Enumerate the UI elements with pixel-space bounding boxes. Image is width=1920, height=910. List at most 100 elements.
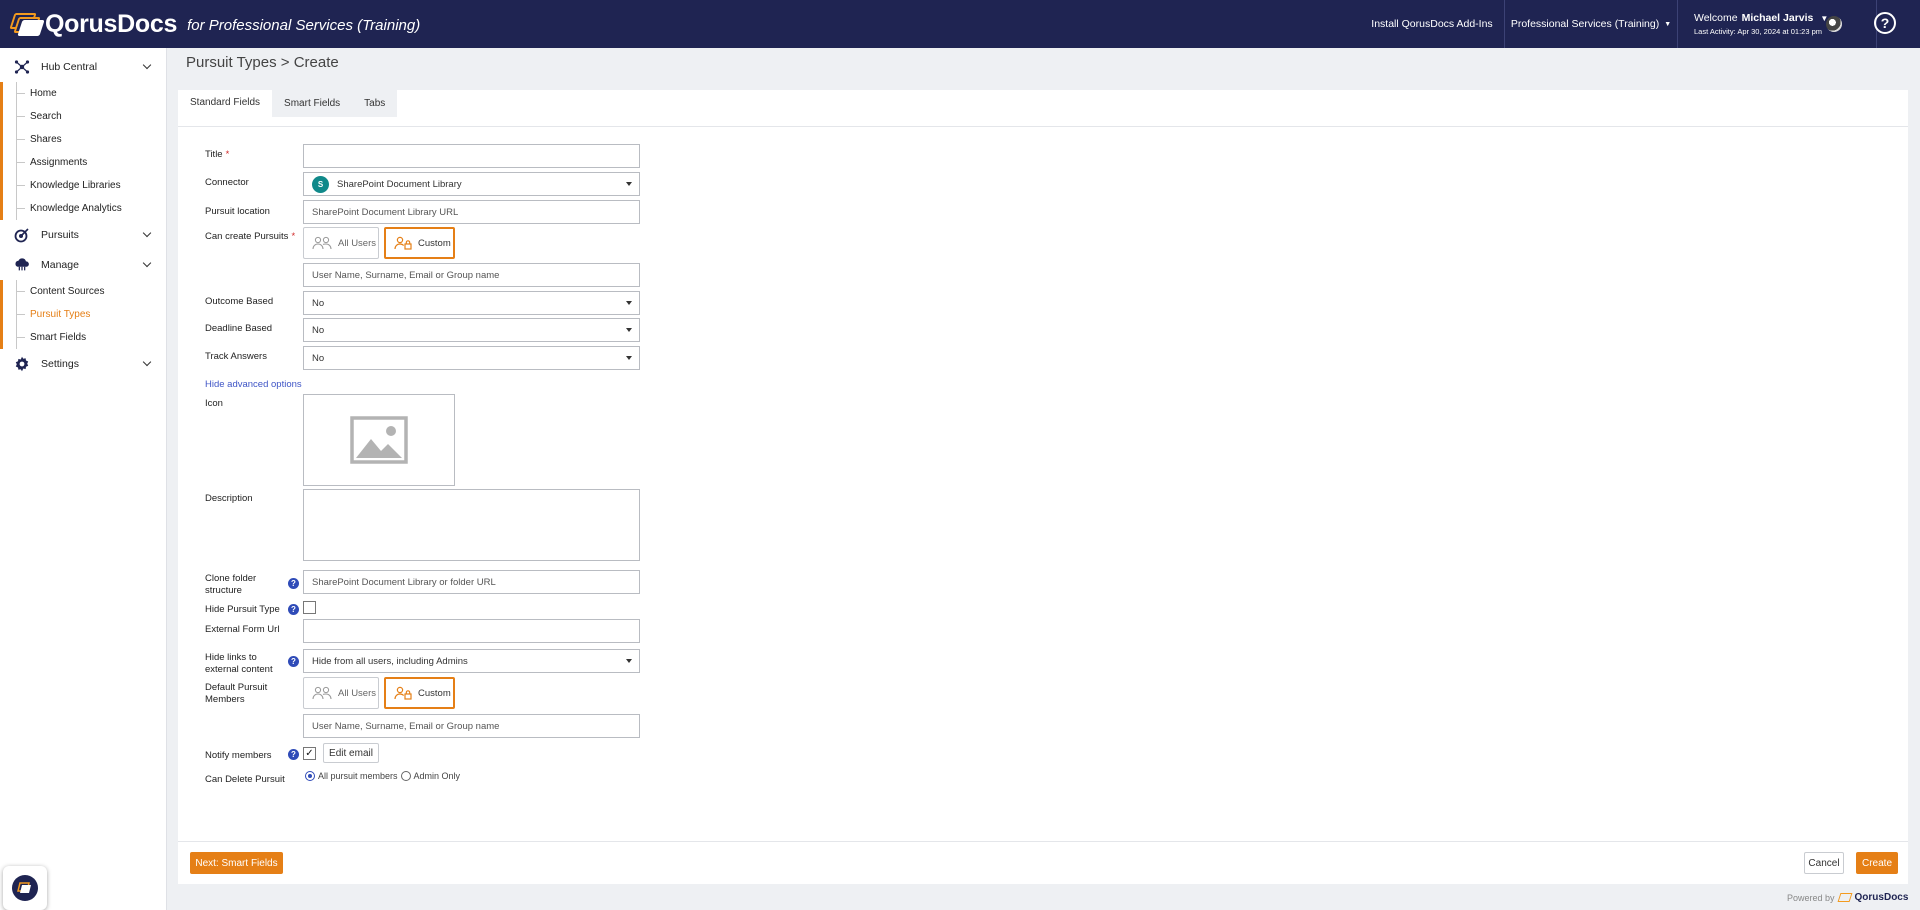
clone-folder-input[interactable]: SharePoint Document Library or folder UR… bbox=[303, 570, 640, 594]
sidebar-section-pursuits[interactable]: Pursuits bbox=[0, 220, 166, 250]
tenant-label: Professional Services (Training) bbox=[1510, 18, 1660, 30]
help-icon[interactable]: ? bbox=[288, 604, 299, 615]
default-members-all-users-toggle[interactable]: All Users bbox=[303, 677, 379, 709]
sidebar-item-search[interactable]: Search bbox=[0, 105, 166, 128]
connector-value: SharePoint Document Library bbox=[337, 178, 462, 190]
connector-select[interactable]: S SharePoint Document Library bbox=[303, 172, 640, 196]
deadline-based-label: Deadline Based bbox=[205, 323, 273, 334]
hub-icon bbox=[14, 59, 30, 75]
deadline-based-select[interactable]: No bbox=[303, 318, 640, 342]
install-addins-link[interactable]: Install QorusDocs Add-Ins bbox=[1360, 0, 1504, 48]
description-textarea[interactable] bbox=[303, 489, 640, 561]
notify-members-label: Notify members bbox=[205, 750, 272, 761]
default-members-users-input[interactable]: User Name, Surname, Email or Group name bbox=[303, 714, 640, 738]
qorusdocs-logo-icon bbox=[12, 875, 38, 901]
hide-advanced-options-link[interactable]: Hide advanced options bbox=[205, 379, 302, 390]
title-input[interactable] bbox=[303, 144, 640, 168]
sidebar-item-knowledge-libraries[interactable]: Knowledge Libraries bbox=[0, 174, 166, 197]
tab-bar: Standard Fields Smart Fields Tabs bbox=[178, 90, 398, 117]
sidebar-section-label: Hub Central bbox=[41, 61, 98, 73]
help-icon[interactable]: ? bbox=[288, 656, 299, 667]
can-create-pursuits-label: Can create Pursuits * bbox=[205, 231, 295, 243]
label-text: Can create Pursuits bbox=[205, 231, 289, 242]
tenant-switcher[interactable]: Professional Services (Training) ▼ bbox=[1505, 0, 1677, 48]
sidebar-item-pursuit-types[interactable]: Pursuit Types bbox=[0, 303, 166, 326]
radio-all-members[interactable] bbox=[305, 771, 315, 781]
icon-upload[interactable] bbox=[303, 394, 455, 486]
hub-central-items: Home Search Shares Assignments Knowledge… bbox=[0, 82, 166, 220]
welcome-line: Welcome Michael Jarvis ▼ bbox=[1694, 12, 1828, 24]
gear-icon bbox=[14, 356, 30, 372]
hide-links-select[interactable]: Hide from all users, including Admins bbox=[303, 649, 640, 673]
qorusdocs-logo[interactable]: QorusDocs for Professional Services (Tra… bbox=[8, 8, 420, 40]
outcome-based-select[interactable]: No bbox=[303, 291, 640, 315]
image-placeholder-icon bbox=[350, 416, 408, 464]
user-menu[interactable]: Welcome Michael Jarvis ▼ Last Activity: … bbox=[1678, 0, 1876, 48]
default-members-label: Default Pursuit Members bbox=[205, 682, 268, 705]
label-text: Title bbox=[205, 149, 223, 160]
hide-pursuit-type-checkbox[interactable] bbox=[303, 601, 316, 614]
track-answers-select[interactable]: No bbox=[303, 346, 640, 370]
help-icon[interactable]: ? bbox=[288, 749, 299, 760]
cancel-button[interactable]: Cancel bbox=[1804, 852, 1844, 874]
sidebar-item-content-sources[interactable]: Content Sources bbox=[0, 280, 166, 303]
qorusdocs-logo-icon bbox=[8, 11, 45, 37]
hide-links-label: Hide links to external content bbox=[205, 652, 273, 675]
required-marker: * bbox=[291, 231, 296, 242]
chevron-down-icon bbox=[142, 357, 152, 367]
cloud-icon bbox=[14, 257, 30, 273]
chevron-down-icon bbox=[142, 228, 152, 238]
divider bbox=[178, 841, 1908, 842]
notify-members-checkbox[interactable]: ✓ bbox=[303, 747, 316, 760]
caret-down-icon bbox=[626, 301, 632, 305]
sidebar-item-shares[interactable]: Shares bbox=[0, 128, 166, 151]
pursuit-location-label: Pursuit location bbox=[205, 206, 270, 217]
last-activity: Last Activity: Apr 30, 2024 at 01:23 pm bbox=[1694, 27, 1822, 36]
tab-tabs[interactable]: Tabs bbox=[352, 90, 398, 117]
icon-label: Icon bbox=[205, 398, 223, 409]
welcome-label: Welcome bbox=[1694, 12, 1738, 24]
sidebar-item-knowledge-analytics[interactable]: Knowledge Analytics bbox=[0, 197, 166, 220]
clone-folder-label: Clone folder structure bbox=[205, 573, 257, 596]
help-icon[interactable]: ? bbox=[1874, 12, 1896, 34]
can-create-custom-toggle[interactable]: Custom bbox=[384, 227, 455, 259]
breadcrumb: Pursuit Types > Create bbox=[186, 54, 339, 71]
help-icon[interactable]: ? bbox=[288, 578, 299, 589]
create-button[interactable]: Create bbox=[1856, 852, 1898, 874]
pursuit-location-input[interactable]: SharePoint Document Library URL bbox=[303, 200, 640, 224]
sidebar-section-label: Settings bbox=[41, 358, 79, 370]
logo-text: QorusDocs bbox=[45, 9, 178, 38]
edit-email-button[interactable]: Edit email bbox=[323, 743, 379, 763]
sidebar-section-manage[interactable]: Manage bbox=[0, 250, 166, 280]
qorusdocs-assistant-button[interactable] bbox=[3, 866, 47, 910]
external-form-url-input[interactable] bbox=[303, 619, 640, 643]
toggle-label: All Users bbox=[338, 237, 377, 249]
sharepoint-icon: S bbox=[312, 173, 332, 193]
user-lock-icon bbox=[394, 236, 412, 250]
sidebar-item-home[interactable]: Home bbox=[0, 82, 166, 105]
description-label: Description bbox=[205, 493, 253, 504]
next-smart-fields-button[interactable]: Next: Smart Fields bbox=[190, 852, 283, 874]
toggle-label: Custom bbox=[418, 687, 451, 699]
can-create-users-input[interactable]: User Name, Surname, Email or Group name bbox=[303, 263, 640, 287]
user-name: Michael Jarvis bbox=[1741, 12, 1814, 24]
sidebar-section-hub-central[interactable]: Hub Central bbox=[0, 52, 166, 82]
can-delete-label: Can Delete Pursuit bbox=[205, 774, 285, 785]
can-create-all-users-toggle[interactable]: All Users bbox=[303, 227, 379, 259]
radio-label: Admin Only bbox=[413, 771, 461, 781]
track-answers-label: Track Answers bbox=[205, 351, 267, 362]
tab-standard-fields[interactable]: Standard Fields bbox=[178, 90, 273, 117]
radio-admin-only[interactable] bbox=[400, 771, 411, 781]
sidebar-item-assignments[interactable]: Assignments bbox=[0, 151, 166, 174]
select-value: No bbox=[312, 297, 325, 309]
toggle-label: All Users bbox=[338, 687, 377, 699]
sidebar-section-settings[interactable]: Settings bbox=[0, 349, 166, 379]
can-delete-radio-group: All pursuit members Admin Only bbox=[305, 771, 460, 781]
tab-smart-fields[interactable]: Smart Fields bbox=[272, 90, 353, 117]
caret-down-icon bbox=[626, 659, 632, 663]
default-members-custom-toggle[interactable]: Custom bbox=[384, 677, 455, 709]
caret-down-icon bbox=[626, 328, 632, 332]
user-lock-icon bbox=[394, 686, 412, 700]
sidebar-item-smart-fields[interactable]: Smart Fields bbox=[0, 326, 166, 349]
select-value: No bbox=[312, 324, 325, 336]
